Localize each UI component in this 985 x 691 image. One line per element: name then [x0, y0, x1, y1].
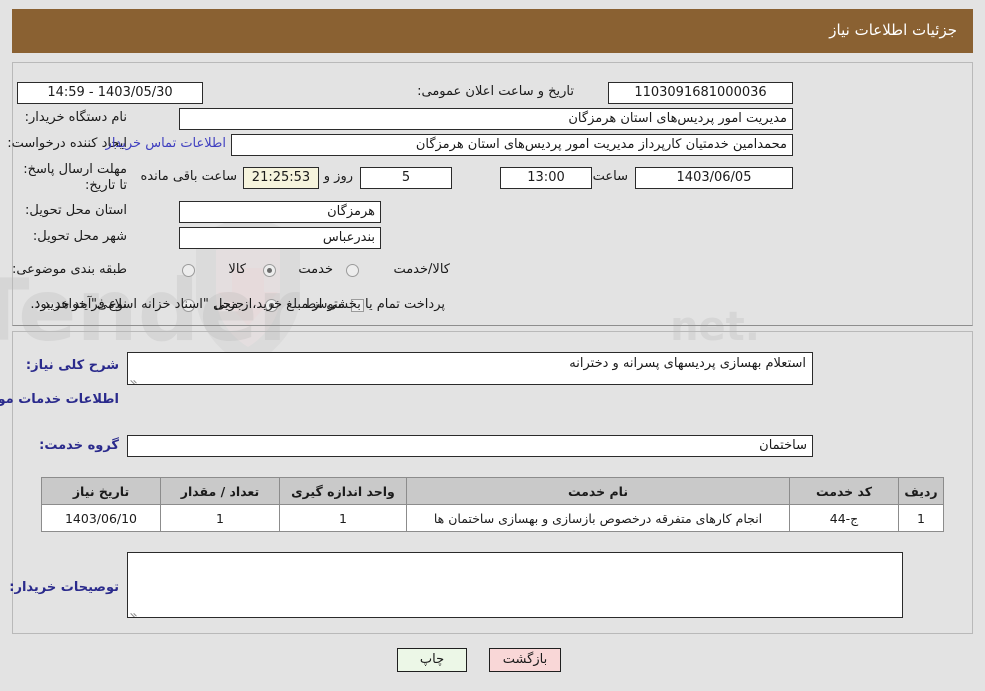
province-label: استان محل تحویل: — [25, 203, 127, 218]
city-value: بندرعباس — [179, 227, 381, 249]
buyer-org-label: نام دستگاه خریدار: — [24, 110, 127, 125]
announce-datetime-value: 1403/05/30 - 14:59 — [17, 82, 203, 104]
col-service-name: نام خدمت — [406, 477, 790, 505]
announce-datetime-label: تاریخ و ساعت اعلان عمومی: — [417, 84, 574, 99]
deadline-date-value: 1403/06/05 — [635, 167, 793, 189]
city-label: شهر محل تحویل: — [32, 229, 127, 244]
service-group-label: گروه خدمت: — [39, 438, 119, 453]
page-title: جزئیات اطلاعات نیاز — [829, 21, 957, 39]
buyer-org-value: مدیریت امور پردیس‌های استان هرمزگان — [179, 108, 793, 130]
deadline-hour-value: 13:00 — [500, 167, 592, 189]
category-label-kala: کالا — [228, 262, 246, 277]
buyer-notes-textarea[interactable] — [127, 552, 903, 618]
col-service-code: کد خدمت — [789, 477, 899, 505]
general-desc-value: استعلام بهسازی پردیسهای پسرانه و دخترانه — [569, 356, 806, 371]
category-label: طبقه بندی موضوعی: — [11, 262, 127, 277]
need-number-value: 1103091681000036 — [608, 82, 793, 104]
col-row-no: ردیف — [898, 477, 944, 505]
services-info-heading: اطلاعات خدمات مورد نیاز — [0, 392, 119, 407]
category-radio-kala-khedmat[interactable] — [346, 264, 359, 277]
remaining-days-suffix: روز و — [323, 169, 353, 184]
table-row: 1 ج-44 انجام کارهای متفرقه درخصوص بازساز… — [41, 504, 944, 532]
print-button[interactable]: چاپ — [397, 648, 467, 672]
deadline-label: مهلت ارسال پاسخ: تا تاریخ: — [23, 162, 127, 193]
cell-service-name: انجام کارهای متفرقه درخصوص بازسازی و بهس… — [406, 504, 790, 532]
page-header-band: جزئیات اطلاعات نیاز — [12, 9, 973, 53]
cell-need-date: 1403/06/10 — [41, 504, 161, 532]
category-label-khedmat: خدمت — [298, 262, 333, 277]
buyer-notes-label: توصیحات خریدار: — [9, 580, 119, 595]
resize-grip-icon[interactable] — [130, 606, 140, 617]
category-label-kala-khedmat: کالا/خدمت — [393, 262, 450, 277]
deadline-hour-label: ساعت — [592, 169, 628, 184]
general-desc-label: شرح کلی نیاز: — [25, 358, 119, 373]
table-header-row: ردیف کد خدمت نام خدمت واحد اندازه گیری ت… — [41, 477, 944, 505]
cell-service-code: ج-44 — [789, 504, 899, 532]
category-radio-kala[interactable] — [182, 264, 195, 277]
col-unit: واحد اندازه گیری — [279, 477, 407, 505]
col-quantity: تعداد / مقدار — [160, 477, 280, 505]
cell-unit: 1 — [279, 504, 407, 532]
remaining-time-suffix: ساعت باقی مانده — [140, 169, 237, 184]
cell-row-no: 1 — [898, 504, 944, 532]
back-button[interactable]: بازگشت — [489, 648, 561, 672]
province-value: هرمزگان — [179, 201, 381, 223]
creator-value: محمدامین خدمتیان کارپرداز مدیریت امور پر… — [231, 134, 793, 156]
category-radio-khedmat[interactable] — [263, 264, 276, 277]
page-root: AriaTender .net جزئیات اطلاعات نیاز شمار… — [0, 0, 985, 691]
buyer-contact-link[interactable]: اطلاعات تماس خریدار — [106, 136, 226, 151]
treasury-bond-note: پرداخت تمام یا بخشی از مبلغ خرید،از محل … — [30, 297, 445, 312]
resize-grip-icon[interactable] — [130, 373, 140, 384]
remaining-time-value: 21:25:53 — [243, 167, 319, 189]
col-need-date: تاریخ نیاز — [41, 477, 161, 505]
service-group-value: ساختمان — [127, 435, 813, 457]
remaining-days-value: 5 — [360, 167, 452, 189]
general-desc-textarea[interactable]: استعلام بهسازی پردیسهای پسرانه و دخترانه — [127, 352, 813, 385]
cell-quantity: 1 — [160, 504, 280, 532]
services-table: ردیف کد خدمت نام خدمت واحد اندازه گیری ت… — [41, 477, 944, 532]
